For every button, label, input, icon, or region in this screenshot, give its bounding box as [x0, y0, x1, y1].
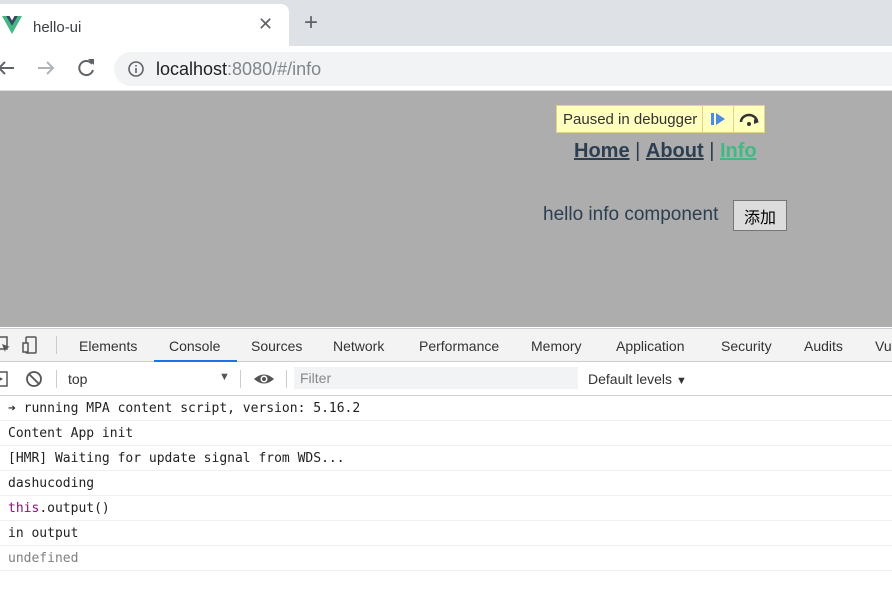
paused-banner: Paused in debugger	[556, 105, 766, 133]
new-tab-button[interactable]: +	[304, 11, 318, 35]
tab-application[interactable]: Application	[616, 338, 685, 354]
step-over-button[interactable]	[733, 106, 764, 132]
resume-icon	[711, 113, 726, 125]
tab-audits[interactable]: Audits	[804, 338, 843, 354]
nav-link-info[interactable]: Info	[720, 140, 757, 162]
sidebar-toggle-icon[interactable]	[0, 370, 10, 388]
eye-icon[interactable]	[253, 370, 275, 388]
tab-memory[interactable]: Memory	[531, 338, 582, 354]
tab-sources[interactable]: Sources	[251, 338, 302, 354]
log-levels-label: Default levels	[588, 371, 673, 387]
device-toolbar-icon[interactable]	[22, 336, 40, 354]
app-nav: Home | About | Info	[574, 140, 757, 163]
tab-title: hello-ui	[33, 19, 82, 36]
tab-security[interactable]: Security	[721, 338, 772, 354]
nav-link-about[interactable]: About	[646, 140, 704, 162]
console-line-text: running MPA content script, version: 5.1…	[23, 401, 361, 416]
chevron-down-icon: ▼	[675, 375, 687, 387]
toolbar-divider	[56, 370, 57, 388]
address-bar[interactable]: localhost:8080/#/info	[114, 52, 892, 86]
arrow-icon: ➔	[8, 401, 24, 416]
console-toolbar: top ▼ Filter Default levels ▼	[0, 362, 892, 396]
console-line-text: .output()	[39, 501, 110, 516]
browser-tab[interactable]: hello-ui ✕	[0, 4, 289, 46]
paused-text: Paused in debugger	[563, 110, 698, 128]
step-over-icon	[740, 113, 760, 126]
console-line: [HMR] Waiting for update signal from WDS…	[0, 446, 892, 471]
tab-performance[interactable]: Performance	[419, 338, 499, 354]
log-levels-dropdown[interactable]: Default levels ▼	[588, 371, 687, 387]
inspect-element-icon[interactable]	[0, 336, 12, 354]
tab-network[interactable]: Network	[333, 338, 384, 354]
forward-arrow-icon[interactable]	[34, 56, 58, 80]
tab-console[interactable]: Console	[169, 338, 220, 354]
console-line: ➔ running MPA content script, version: 5…	[0, 396, 892, 421]
tab-strip: hello-ui ✕ +	[0, 0, 892, 46]
add-button[interactable]: 添加	[733, 200, 787, 231]
toolbar-divider	[240, 370, 241, 388]
console-line: Content App init	[0, 421, 892, 446]
tab-vue[interactable]: Vu	[875, 338, 892, 354]
toolbar-divider	[286, 370, 287, 388]
console-line: undefined	[0, 546, 892, 571]
hello-text: hello info component	[543, 204, 719, 225]
info-icon[interactable]	[128, 61, 144, 77]
resume-button[interactable]	[702, 106, 733, 132]
reload-icon[interactable]	[74, 56, 98, 80]
tab-elements[interactable]: Elements	[79, 338, 137, 354]
url-text[interactable]: localhost:8080/#/info	[156, 59, 321, 80]
console-output: ➔ running MPA content script, version: 5…	[0, 396, 892, 571]
clear-console-icon[interactable]	[25, 370, 43, 388]
toolbar-divider	[56, 336, 57, 354]
console-line: in output	[0, 521, 892, 546]
keyword-this: this	[8, 501, 40, 516]
close-tab-icon[interactable]: ✕	[258, 15, 273, 33]
console-line[interactable]: this.output()	[0, 496, 892, 521]
url-host: localhost	[156, 59, 228, 79]
console-line: dashucoding	[0, 471, 892, 496]
page-viewport: Paused in debugger Home | About | Info h…	[0, 91, 892, 327]
nav-link-home[interactable]: Home	[574, 140, 630, 162]
devtools-tab-bar: Elements Console Sources Network Perform…	[0, 328, 892, 362]
chevron-down-icon[interactable]: ▼	[219, 371, 230, 383]
nav-separator: |	[629, 140, 646, 162]
filter-input[interactable]: Filter	[294, 367, 578, 389]
vue-logo-icon	[2, 16, 22, 34]
context-selector[interactable]: top	[68, 371, 87, 387]
nav-separator: |	[703, 140, 720, 162]
back-arrow-icon[interactable]	[0, 56, 18, 80]
url-path: :8080/#/info	[227, 59, 322, 79]
browser-toolbar: localhost:8080/#/info	[0, 46, 892, 91]
